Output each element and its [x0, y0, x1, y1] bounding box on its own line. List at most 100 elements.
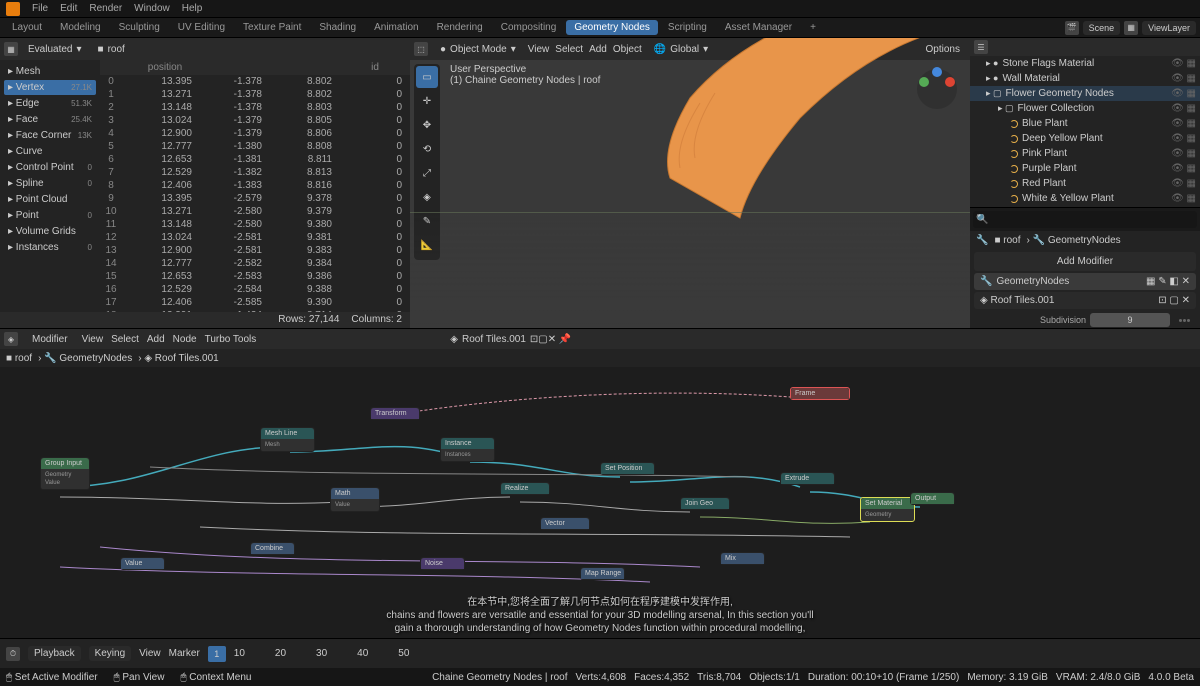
- scene-field[interactable]: Scene: [1083, 21, 1121, 35]
- tl-marker[interactable]: Marker: [169, 648, 200, 659]
- outliner-item[interactable]: Purple Plant👁 ▦: [970, 161, 1200, 176]
- tab-shading[interactable]: Shading: [311, 20, 364, 35]
- table-row[interactable]: 1612.529-2.5849.3880: [100, 283, 410, 296]
- viewlayer-field[interactable]: ViewLayer: [1142, 21, 1196, 35]
- tab-layout[interactable]: Layout: [4, 20, 50, 35]
- vp-select[interactable]: Select: [555, 44, 583, 55]
- node-vector[interactable]: Vector: [540, 517, 590, 530]
- nodeeditor-icon[interactable]: ◈: [4, 332, 18, 346]
- node-transform[interactable]: Transform: [370, 407, 420, 420]
- table-row[interactable]: 1213.024-2.5819.3810: [100, 231, 410, 244]
- prop-field[interactable]: 9: [1090, 313, 1170, 327]
- outliner-item[interactable]: ▸ ● Stone Flags Material👁 ▦: [970, 56, 1200, 71]
- ss-domain-vertex[interactable]: ▸ Vertex27.1K: [4, 80, 96, 95]
- menu-help[interactable]: Help: [182, 3, 203, 14]
- node-mesh[interactable]: Mesh LineMesh: [260, 427, 315, 452]
- table-row[interactable]: 013.395-1.3788.8020: [100, 75, 410, 88]
- ss-domain-face-corner[interactable]: ▸ Face Corner13K: [4, 128, 96, 143]
- cursor-tool[interactable]: ✛: [416, 90, 438, 112]
- select-tool[interactable]: ▭: [416, 66, 438, 88]
- node-frame-yellow[interactable]: Set MaterialGeometry: [860, 497, 915, 522]
- outliner-item[interactable]: ▸ ● Wall Material👁 ▦: [970, 71, 1200, 86]
- table-row[interactable]: 1712.406-2.5859.3900: [100, 296, 410, 309]
- table-row[interactable]: 1512.653-2.5839.3860: [100, 270, 410, 283]
- table-row[interactable]: 1412.777-2.5829.3840: [100, 257, 410, 270]
- ss-domain-point-cloud[interactable]: ▸ Point Cloud: [4, 192, 96, 207]
- ss-domain-instances[interactable]: ▸ Instances0: [4, 240, 96, 255]
- scale-tool[interactable]: ⤢: [416, 162, 438, 184]
- 3d-viewport[interactable]: ⬚ ● Object Mode ▾ View Select Add Object…: [410, 38, 970, 328]
- table-row[interactable]: 1312.900-2.5819.3830: [100, 244, 410, 257]
- table-row[interactable]: 612.653-1.3818.8110: [100, 153, 410, 166]
- outliner-item[interactable]: Blue Plant👁 ▦: [970, 116, 1200, 131]
- node-value1[interactable]: Value: [120, 557, 165, 570]
- node-mix[interactable]: Mix: [720, 552, 765, 565]
- outliner-item[interactable]: Pink Plant👁 ▦: [970, 146, 1200, 161]
- table-row[interactable]: 1013.271-2.5809.3790: [100, 205, 410, 218]
- node-instance[interactable]: InstanceInstances: [440, 437, 495, 462]
- tab-compositing[interactable]: Compositing: [493, 20, 565, 35]
- ne-select[interactable]: Select: [111, 334, 139, 345]
- ne-turbo[interactable]: Turbo Tools: [205, 334, 257, 345]
- table-row[interactable]: 412.900-1.3798.8060: [100, 127, 410, 140]
- eval-dropdown[interactable]: Evaluated ▾: [22, 42, 88, 57]
- ss-domain-control-point[interactable]: ▸ Control Point0: [4, 160, 96, 175]
- outliner-icon[interactable]: ☰: [974, 40, 988, 54]
- ss-domain-spline[interactable]: ▸ Spline0: [4, 176, 96, 191]
- node-math[interactable]: MathValue: [330, 487, 380, 512]
- ne-add[interactable]: Add: [147, 334, 165, 345]
- ss-domain-face[interactable]: ▸ Face25.4K: [4, 112, 96, 127]
- outliner-item[interactable]: ▸ ▢ Flower Geometry Nodes👁 ▦: [970, 86, 1200, 101]
- table-row[interactable]: 512.777-1.3808.8080: [100, 140, 410, 153]
- node-group-input[interactable]: Group InputGeometryValue: [40, 457, 90, 490]
- table-row[interactable]: 113.271-1.3788.8020: [100, 88, 410, 101]
- node-setpos[interactable]: Set Position: [600, 462, 655, 475]
- vp-view[interactable]: View: [528, 44, 550, 55]
- search-input[interactable]: [973, 211, 1197, 228]
- node-combine[interactable]: Combine: [250, 542, 295, 555]
- ne-view[interactable]: View: [82, 334, 104, 345]
- timeline[interactable]: ⏱ Playback Keying View Marker 1 10 20 30…: [0, 638, 1200, 668]
- ss-domain-volume-grids[interactable]: ▸ Volume Grids: [4, 224, 96, 239]
- transform-tool[interactable]: ◈: [416, 186, 438, 208]
- tab-geonodes[interactable]: Geometry Nodes: [566, 20, 658, 35]
- node-frame-red[interactable]: Frame: [790, 387, 850, 400]
- tab-rendering[interactable]: Rendering: [429, 20, 491, 35]
- mode-dropdown[interactable]: ● Object Mode ▾: [434, 42, 522, 57]
- menu-window[interactable]: Window: [134, 3, 170, 14]
- table-row[interactable]: 313.024-1.3798.8050: [100, 114, 410, 127]
- outliner-item[interactable]: White & Yellow Plant👁 ▦: [970, 191, 1200, 206]
- tab-texpaint[interactable]: Texture Paint: [235, 20, 309, 35]
- menu-edit[interactable]: Edit: [60, 3, 77, 14]
- tab-uv[interactable]: UV Editing: [170, 20, 233, 35]
- ss-domain-mesh[interactable]: ▸ Mesh: [4, 64, 96, 79]
- ss-domain-point[interactable]: ▸ Point0: [4, 208, 96, 223]
- tab-scripting[interactable]: Scripting: [660, 20, 715, 35]
- outliner-item[interactable]: Red Plant👁 ▦: [970, 176, 1200, 191]
- table-row[interactable]: 712.529-1.3828.8130: [100, 166, 410, 179]
- nodegroup-field[interactable]: ◈ Roof Tiles.001 ⊡ ▢ ✕: [974, 292, 1196, 309]
- tab-animation[interactable]: Animation: [366, 20, 426, 35]
- add-modifier-button[interactable]: Add Modifier: [974, 252, 1196, 271]
- nav-gizmo[interactable]: [912, 64, 962, 114]
- node-realize[interactable]: Realize: [500, 482, 550, 495]
- tab-modeling[interactable]: Modeling: [52, 20, 109, 35]
- table-row[interactable]: 213.148-1.3788.8030: [100, 101, 410, 114]
- table-row[interactable]: 812.406-1.3838.8160: [100, 179, 410, 192]
- tab-add[interactable]: +: [802, 20, 824, 35]
- node-extrude[interactable]: Extrude: [780, 472, 835, 485]
- current-frame[interactable]: 1: [208, 646, 226, 662]
- menu-render[interactable]: Render: [89, 3, 122, 14]
- vp-add[interactable]: Add: [589, 44, 607, 55]
- tab-assetmgr[interactable]: Asset Manager: [717, 20, 800, 35]
- ss-domain-edge[interactable]: ▸ Edge51.3K: [4, 96, 96, 111]
- rotate-tool[interactable]: ⟲: [416, 138, 438, 160]
- timeline-icon[interactable]: ⏱: [6, 647, 20, 661]
- node-noise[interactable]: Noise: [420, 557, 465, 570]
- ne-modifier[interactable]: Modifier: [26, 332, 74, 347]
- spreadsheet-icon[interactable]: ▦: [4, 42, 18, 56]
- tl-view[interactable]: View: [139, 648, 161, 659]
- tl-playback[interactable]: Playback: [28, 646, 81, 661]
- table-row[interactable]: 913.395-2.5799.3780: [100, 192, 410, 205]
- editor-type-icon[interactable]: ⬚: [414, 42, 428, 56]
